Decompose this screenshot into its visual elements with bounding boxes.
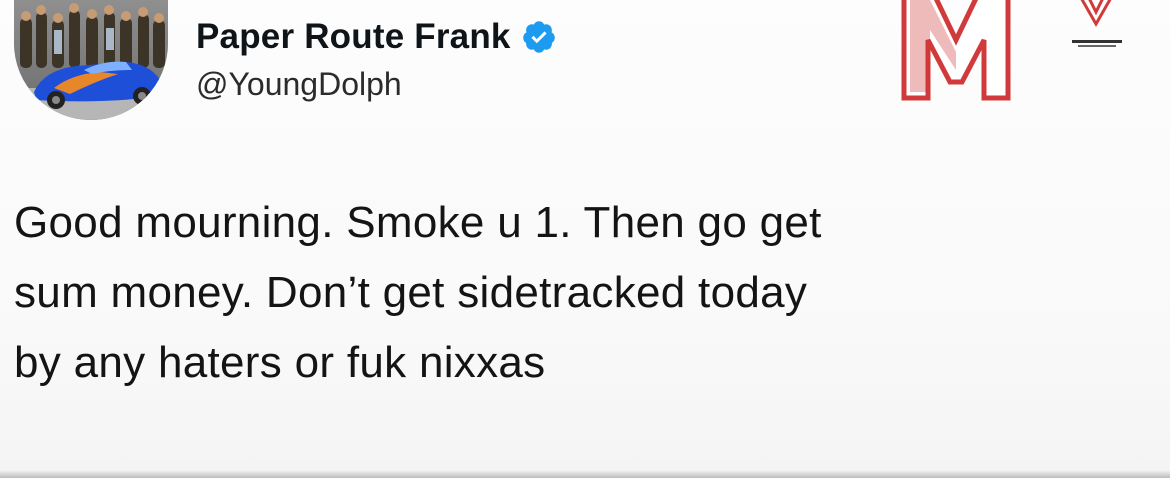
card-bottom-edge	[0, 470, 1170, 478]
avatar-image-icon	[14, 0, 168, 120]
avatar[interactable]	[14, 0, 168, 120]
m-logo-watermark-icon	[901, 0, 1122, 101]
display-name[interactable]: Paper Route Frank	[196, 17, 511, 57]
tweet-text-line: by any haters or fuk nixxas	[14, 338, 546, 387]
tweet-text-line: Good mourning. Smoke u 1. Then go get	[14, 198, 822, 247]
author-handle[interactable]: @YoungDolph	[196, 66, 557, 103]
tweet-text: Good mourning. Smoke u 1. Then go get su…	[14, 188, 1154, 398]
author-names: Paper Route Frank @YoungDolph	[196, 16, 557, 103]
verified-badge-icon	[522, 21, 555, 53]
tweet-card[interactable]: Paper Route Frank @YoungDolph Good mourn…	[0, 0, 1170, 478]
tweet-text-line: sum money. Don’t get sidetracked today	[14, 268, 808, 317]
display-name-row[interactable]: Paper Route Frank	[196, 16, 557, 58]
